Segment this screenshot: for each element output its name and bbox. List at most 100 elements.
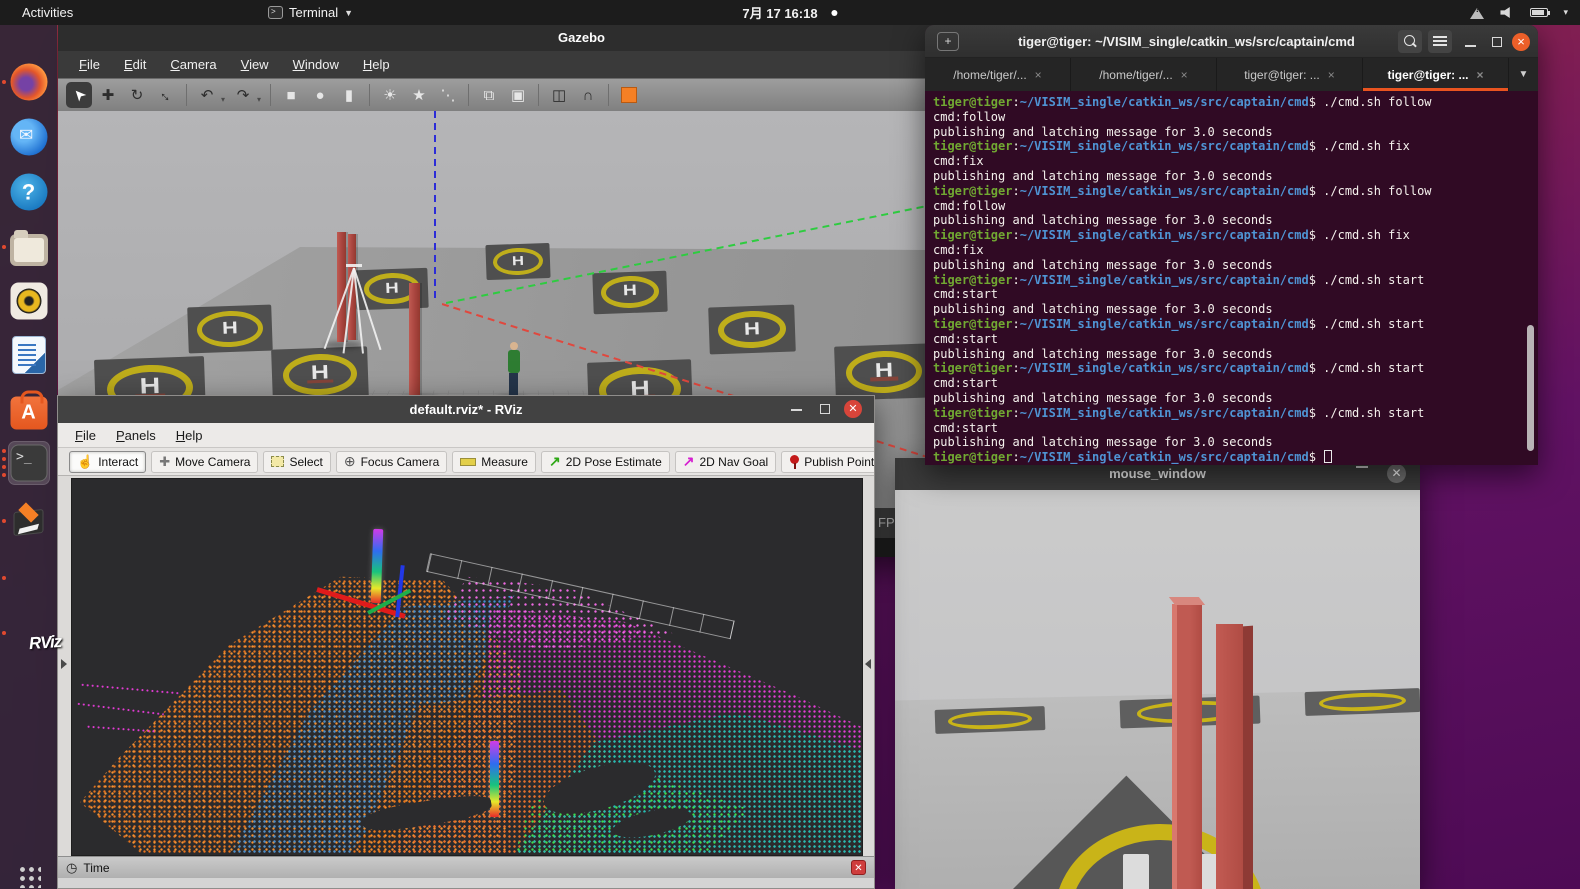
tool-focus-camera[interactable]: Focus Camera (336, 451, 447, 473)
dock-item-unknown-app[interactable] (0, 553, 57, 603)
tool-publish-point[interactable]: Publish Point (781, 451, 875, 473)
minimize-icon[interactable] (1465, 45, 1476, 47)
terminal-title: tiger@tiger: ~/VISIM_single/catkin_ws/sr… (985, 25, 1388, 58)
menu-item-file[interactable]: File (68, 57, 111, 72)
terminal-prompt-line: tiger@tiger:~/VISIM_single/catkin_ws/src… (933, 139, 1538, 154)
align-icon[interactable]: ◫ (546, 82, 572, 108)
menu-item-edit[interactable]: Edit (113, 57, 157, 72)
tool-2d-pose-estimate[interactable]: 2D Pose Estimate (541, 451, 670, 473)
translate-icon[interactable]: ✚ (95, 82, 121, 108)
minimize-icon[interactable] (1356, 466, 1368, 468)
writer-icon (12, 336, 46, 374)
terminal-tab[interactable]: /home/tiger/...× (925, 58, 1071, 91)
tool-move-camera[interactable]: Move Camera (151, 451, 258, 473)
rotate-icon[interactable]: ↻ (124, 82, 150, 108)
directional-light-icon[interactable]: ⋱ (435, 82, 461, 108)
scale-icon[interactable]: ↔ (153, 82, 179, 108)
menu-item-help[interactable]: Help (352, 57, 401, 72)
helipad: H (592, 270, 667, 313)
tool-measure[interactable]: Measure (452, 451, 536, 473)
cylinder-icon[interactable]: ▮ (336, 82, 362, 108)
mouse-window-camera-view[interactable] (895, 490, 1420, 889)
terminal-tab[interactable]: tiger@tiger: ...× (1217, 58, 1363, 91)
menu-item-help[interactable]: Help (167, 428, 212, 443)
activities-button[interactable]: Activities (14, 5, 81, 20)
time-panel-header[interactable]: ◷ Time ✕ (58, 856, 874, 878)
tool-interact[interactable]: Interact (69, 451, 146, 473)
dock-item-rviz[interactable]: RViz (0, 608, 57, 658)
dock-item-terminal[interactable]: >_ (0, 438, 57, 488)
rviz-3d-viewport[interactable] (71, 478, 863, 856)
caret-down-icon[interactable]: ▾ (257, 95, 261, 104)
minimize-icon[interactable] (791, 409, 802, 411)
undo-icon[interactable]: ↶ (194, 82, 220, 108)
tripod-top (346, 264, 362, 267)
terminal-tab[interactable]: /home/tiger/...× (1071, 58, 1217, 91)
terminal-output[interactable]: tiger@tiger:~/VISIM_single/catkin_ws/src… (925, 91, 1538, 465)
maximize-icon[interactable] (1492, 37, 1502, 47)
caret-down-icon[interactable]: ▾ (221, 95, 225, 104)
close-icon[interactable]: × (1512, 33, 1530, 51)
menu-item-file[interactable]: File (66, 428, 105, 443)
tab-close-icon[interactable]: × (1477, 68, 1484, 82)
paste-icon[interactable]: ▣ (505, 82, 531, 108)
dock-item-libreoffice-writer[interactable] (0, 330, 57, 380)
select-arrow-icon[interactable]: ➤ (66, 82, 92, 108)
tab-close-icon[interactable]: × (1035, 68, 1042, 82)
publish-point-pin-icon (789, 455, 799, 469)
tool-label: Move Camera (175, 455, 250, 469)
app-menu[interactable]: > Terminal ▼ (268, 5, 353, 20)
box-icon[interactable]: ■ (278, 82, 304, 108)
menu-item-camera[interactable]: Camera (159, 57, 227, 72)
panel-expand-right-icon[interactable] (865, 659, 871, 669)
spot-light-icon[interactable]: ★ (406, 82, 432, 108)
dock-item-thunderbird[interactable] (0, 112, 57, 162)
terminal-output-line: cmd:start (933, 287, 1538, 302)
clock[interactable]: 7月 17 16:18 (742, 3, 837, 22)
dock-item-rhythmbox[interactable] (0, 276, 57, 326)
close-icon[interactable]: ✕ (844, 400, 862, 418)
dock-item-firefox[interactable] (0, 57, 57, 107)
nav-goal-arrow-icon (683, 455, 695, 468)
panel-expand-left-icon[interactable] (61, 659, 67, 669)
view-angle-icon[interactable] (616, 82, 642, 108)
tool-2d-nav-goal[interactable]: 2D Nav Goal (675, 451, 776, 473)
software-icon: A (10, 397, 47, 430)
terminal-output-line: cmd:start (933, 376, 1538, 391)
tool-select[interactable]: Select (263, 451, 330, 473)
tool-label: Select (289, 455, 322, 469)
sphere-icon[interactable]: ● (307, 82, 333, 108)
close-icon[interactable]: ✕ (1387, 464, 1406, 483)
toolbar-separator (538, 84, 539, 106)
rviz-title-bar[interactable]: default.rviz* - RViz ✕ (58, 396, 874, 423)
terminal-title-bar[interactable]: + tiger@tiger: ~/VISIM_single/catkin_ws/… (925, 25, 1538, 58)
terminal-output-line: publishing and latching message for 3.0 … (933, 302, 1538, 317)
new-tab-icon[interactable]: + (937, 32, 959, 51)
menu-item-window[interactable]: Window (282, 57, 350, 72)
time-panel-close-icon[interactable]: ✕ (851, 860, 866, 875)
copy-icon[interactable]: ⧉ (476, 82, 502, 108)
menu-item-panels[interactable]: Panels (107, 428, 165, 443)
tab-list-caret[interactable]: ▼ (1509, 58, 1538, 91)
maximize-icon[interactable] (820, 404, 830, 414)
point-light-icon[interactable]: ☀ (377, 82, 403, 108)
menu-item-view[interactable]: View (230, 57, 280, 72)
dock-item-show-applications[interactable] (0, 851, 57, 889)
dock-item-help[interactable]: ? (0, 167, 57, 217)
measure-ruler-icon (460, 458, 476, 466)
dock-item-files[interactable] (0, 222, 57, 272)
running-dot (2, 631, 6, 635)
snap-icon[interactable]: ∩ (575, 82, 601, 108)
system-status-area[interactable]: ? ▾ (1470, 0, 1568, 25)
tab-close-icon[interactable]: × (1181, 68, 1188, 82)
redo-icon[interactable]: ↷ (230, 82, 256, 108)
dock-item-ubuntu-software[interactable]: A (0, 384, 57, 434)
terminal-tab[interactable]: tiger@tiger: ...× (1363, 58, 1509, 91)
helipad-h-marking: H (188, 316, 273, 339)
search-icon[interactable] (1398, 30, 1422, 53)
terminal-scrollbar[interactable] (1527, 325, 1534, 451)
helipad-red-label (307, 379, 334, 384)
hamburger-menu-icon[interactable] (1428, 30, 1452, 53)
dock-item-gazebo[interactable] (0, 496, 57, 546)
tab-close-icon[interactable]: × (1328, 68, 1335, 82)
